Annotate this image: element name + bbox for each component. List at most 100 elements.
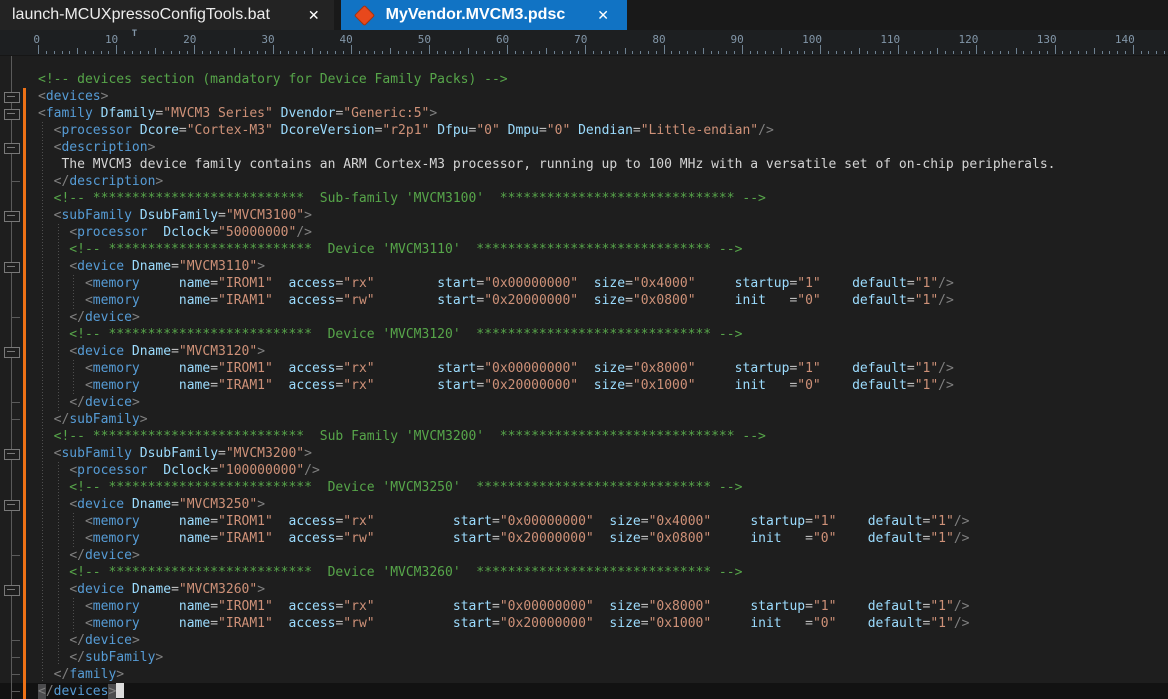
ruler-tick bbox=[1000, 51, 1001, 54]
ruler-tick bbox=[844, 51, 845, 54]
code-line[interactable]: <device Dname="MVCM3250"> bbox=[0, 496, 1168, 513]
fold-toggle-icon[interactable] bbox=[4, 211, 20, 222]
ruler-number: 80 bbox=[652, 33, 665, 46]
code-line[interactable]: <processor Dcore="Cortex-M3" DcoreVersio… bbox=[0, 122, 1168, 139]
ruler-tick bbox=[914, 51, 915, 54]
code-line[interactable]: <!-- ************************** Device '… bbox=[0, 479, 1168, 496]
ruler-tick bbox=[1055, 45, 1056, 54]
code-line[interactable]: <!-- *************************** Sub Fam… bbox=[0, 428, 1168, 445]
ruler-tick bbox=[398, 51, 399, 54]
code-line[interactable]: <memory name="IROM1" access="rx" start="… bbox=[0, 513, 1168, 530]
code-line[interactable]: <memory name="IRAM1" access="rw" start="… bbox=[0, 530, 1168, 547]
ruler-tick bbox=[664, 45, 665, 54]
fold-end-marker bbox=[12, 640, 20, 641]
code-line[interactable]: <!-- *************************** Sub-fam… bbox=[0, 190, 1168, 207]
ruler-tick bbox=[343, 51, 344, 54]
code-line[interactable]: </device> bbox=[0, 394, 1168, 411]
ruler-tick bbox=[492, 51, 493, 54]
ruler-tick bbox=[327, 51, 328, 54]
ruler-tick bbox=[507, 45, 508, 54]
fold-toggle-icon[interactable] bbox=[4, 347, 20, 358]
ruler-tick bbox=[640, 51, 641, 54]
ruler-tick bbox=[828, 51, 829, 54]
close-icon[interactable]: ✕ bbox=[595, 7, 611, 24]
ruler-tick bbox=[1070, 51, 1071, 54]
code-line[interactable]: <memory name="IRAM1" access="rx" start="… bbox=[0, 377, 1168, 394]
ruler-tick bbox=[382, 51, 383, 54]
ruler-tick bbox=[601, 51, 602, 54]
ruler-tick bbox=[1141, 51, 1142, 54]
code-line[interactable]: </subFamily> bbox=[0, 411, 1168, 428]
fold-end-marker bbox=[12, 674, 20, 675]
code-line[interactable]: <!-- ************************** Device '… bbox=[0, 326, 1168, 343]
code-line[interactable]: <subFamily DsubFamily="MVCM3200"> bbox=[0, 445, 1168, 462]
fold-toggle-icon[interactable] bbox=[4, 585, 20, 596]
ruler-tick bbox=[687, 51, 688, 54]
ruler-tick bbox=[969, 51, 970, 54]
ruler-tick bbox=[781, 48, 782, 54]
ruler-tick bbox=[742, 45, 743, 54]
ruler-tick bbox=[804, 51, 805, 54]
ruler-number: 0 bbox=[33, 33, 40, 46]
ruler-tick bbox=[585, 45, 586, 54]
tab-pdsc[interactable]: MyVendor.MVCM3.pdsc ✕ bbox=[341, 0, 627, 30]
ruler-tick bbox=[1008, 51, 1009, 54]
ruler-tick bbox=[46, 51, 47, 54]
fold-end-marker bbox=[12, 657, 20, 658]
code-line[interactable]: <family Dfamily="MVCM3 Series" Dvendor="… bbox=[0, 105, 1168, 122]
code-area[interactable]: <!-- devices section (mandatory for Devi… bbox=[0, 56, 1168, 699]
ruler-tick bbox=[867, 51, 868, 54]
code-line[interactable]: <devices> bbox=[0, 88, 1168, 105]
tab-launch-bat[interactable]: launch-MCUXpressoConfigTools.bat ✕ bbox=[0, 0, 334, 30]
ruler-tick bbox=[445, 51, 446, 54]
ruler-tick bbox=[679, 51, 680, 54]
code-line[interactable]: <!-- ************************** Device '… bbox=[0, 564, 1168, 581]
ruler-tick bbox=[937, 48, 938, 54]
code-editor[interactable]: <!-- devices section (mandatory for Devi… bbox=[0, 56, 1168, 699]
ruler-tick bbox=[718, 51, 719, 54]
code-line[interactable]: </device> bbox=[0, 632, 1168, 649]
fold-toggle-icon[interactable] bbox=[4, 109, 20, 120]
ruler-tick bbox=[288, 51, 289, 54]
code-line[interactable]: <!-- devices section (mandatory for Devi… bbox=[0, 71, 1168, 88]
code-line[interactable]: </subFamily> bbox=[0, 649, 1168, 666]
code-line[interactable]: </devices> bbox=[0, 683, 1168, 699]
ruler-tick bbox=[930, 51, 931, 54]
ruler-tick bbox=[359, 51, 360, 54]
fold-toggle-icon[interactable] bbox=[4, 449, 20, 460]
code-line[interactable]: <subFamily DsubFamily="MVCM3100"> bbox=[0, 207, 1168, 224]
code-line[interactable]: <processor Dclock="100000000"/> bbox=[0, 462, 1168, 479]
code-line[interactable]: <memory name="IROM1" access="rx" start="… bbox=[0, 360, 1168, 377]
code-line[interactable]: <processor Dclock="50000000"/> bbox=[0, 224, 1168, 241]
fold-toggle-icon[interactable] bbox=[4, 262, 20, 273]
code-line[interactable]: </device> bbox=[0, 547, 1168, 564]
code-line[interactable]: <!-- ************************** Device '… bbox=[0, 241, 1168, 258]
change-bar bbox=[23, 88, 26, 699]
code-line[interactable]: <memory name="IROM1" access="rx" start="… bbox=[0, 598, 1168, 615]
modified-diamond-icon bbox=[354, 4, 375, 25]
ruler-tick bbox=[515, 51, 516, 54]
fold-toggle-icon[interactable] bbox=[4, 92, 20, 103]
ruler-tick bbox=[1062, 51, 1063, 54]
code-line[interactable]: <device Dname="MVCM3110"> bbox=[0, 258, 1168, 275]
code-line[interactable]: <description> bbox=[0, 139, 1168, 156]
code-line[interactable]: <memory name="IRAM1" access="rw" start="… bbox=[0, 292, 1168, 309]
close-icon[interactable]: ✕ bbox=[306, 7, 322, 24]
ruler-tick bbox=[124, 51, 125, 54]
code-line[interactable]: </description> bbox=[0, 173, 1168, 190]
ruler-tick bbox=[437, 51, 438, 54]
code-line[interactable]: <device Dname="MVCM3260"> bbox=[0, 581, 1168, 598]
code-line[interactable]: </family> bbox=[0, 666, 1168, 683]
fold-toggle-icon[interactable] bbox=[4, 143, 20, 154]
ruler-tick bbox=[187, 51, 188, 54]
ruler-tick bbox=[280, 51, 281, 54]
code-line[interactable]: <memory name="IRAM1" access="rw" start="… bbox=[0, 615, 1168, 632]
code-line[interactable]: <memory name="IROM1" access="rx" start="… bbox=[0, 275, 1168, 292]
ruler-tick bbox=[890, 51, 891, 54]
ruler-tick bbox=[1117, 51, 1118, 54]
code-line[interactable]: The MVCM3 device family contains an ARM … bbox=[0, 156, 1168, 173]
code-line[interactable]: </device> bbox=[0, 309, 1168, 326]
ruler-tick bbox=[898, 45, 899, 54]
fold-toggle-icon[interactable] bbox=[4, 500, 20, 511]
code-line[interactable]: <device Dname="MVCM3120"> bbox=[0, 343, 1168, 360]
